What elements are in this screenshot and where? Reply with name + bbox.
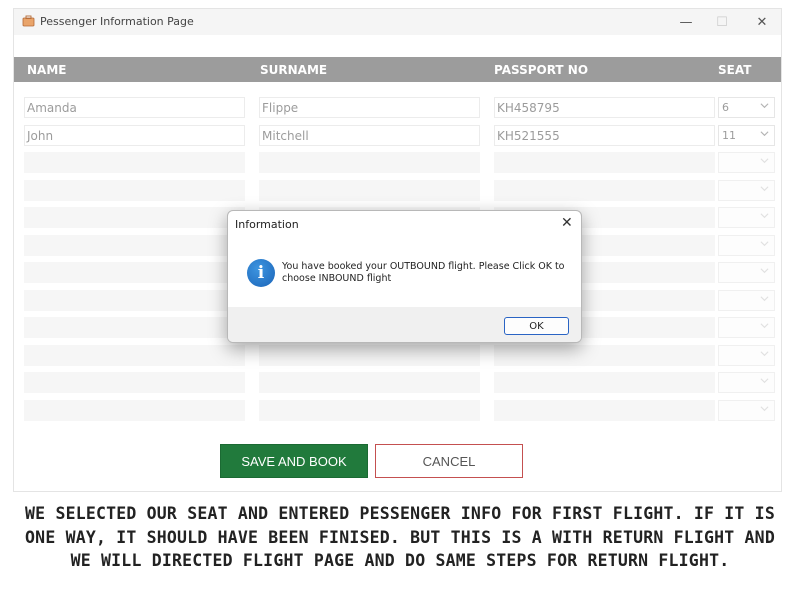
name-input[interactable]: Amanda — [24, 97, 245, 118]
surname-input[interactable] — [259, 372, 480, 393]
passport-input[interactable] — [494, 180, 715, 201]
passport-input[interactable]: KH521555 — [494, 125, 715, 146]
caption-text: WE SELECTED OUR SEAT AND ENTERED PESSENG… — [25, 504, 775, 570]
name-input[interactable] — [24, 317, 245, 338]
surname-input[interactable]: Mitchell — [259, 125, 480, 146]
seat-select[interactable]: 6 — [718, 97, 775, 118]
passport-input[interactable] — [494, 372, 715, 393]
chevron-down-icon — [760, 351, 769, 357]
column-header-name: NAME — [27, 63, 67, 77]
title-bar: Pessenger Information Page — ☐ ✕ — [14, 9, 781, 35]
name-input[interactable] — [24, 207, 245, 228]
chevron-down-icon — [760, 296, 769, 302]
maximize-button[interactable]: ☐ — [702, 9, 742, 35]
name-input[interactable] — [24, 400, 245, 421]
information-dialog: Information ✕ i You have booked your OUT… — [227, 210, 582, 343]
surname-input[interactable] — [259, 180, 480, 201]
minimize-button[interactable]: — — [666, 9, 706, 35]
dialog-title: Information — [235, 218, 299, 231]
cancel-button[interactable]: CANCEL — [375, 444, 523, 478]
passport-input[interactable] — [494, 400, 715, 421]
chevron-down-icon — [760, 213, 769, 219]
seat-select[interactable] — [718, 372, 775, 393]
chevron-down-icon — [760, 186, 769, 192]
name-input[interactable] — [24, 345, 245, 366]
dialog-close-button[interactable]: ✕ — [561, 215, 573, 231]
chevron-down-icon — [760, 241, 769, 247]
dialog-message: You have booked your OUTBOUND flight. Pl… — [282, 261, 565, 284]
chevron-down-icon — [760, 378, 769, 384]
column-header-seat: SEAT — [718, 63, 752, 77]
name-input[interactable] — [24, 290, 245, 311]
seat-select[interactable] — [718, 262, 775, 283]
name-input[interactable] — [24, 372, 245, 393]
name-input[interactable]: John — [24, 125, 245, 146]
chevron-down-icon — [760, 158, 769, 164]
seat-select[interactable] — [718, 235, 775, 256]
chevron-down-icon — [760, 406, 769, 412]
surname-input[interactable] — [259, 345, 480, 366]
passport-input[interactable]: KH458795 — [494, 97, 715, 118]
surname-input[interactable]: Flippe — [259, 97, 480, 118]
name-input[interactable] — [24, 235, 245, 256]
column-header-passport: PASSPORT NO — [494, 63, 589, 77]
ok-button[interactable]: OK — [504, 317, 569, 335]
save-and-book-button[interactable]: SAVE AND BOOK — [220, 444, 368, 478]
suitcase-icon — [22, 15, 35, 27]
name-input[interactable] — [24, 180, 245, 201]
seat-select[interactable] — [718, 317, 775, 338]
chevron-down-icon — [760, 131, 769, 137]
chevron-down-icon — [760, 103, 769, 109]
seat-select[interactable] — [718, 290, 775, 311]
seat-value: 11 — [722, 129, 736, 142]
column-header-surname: SURNAME — [260, 63, 328, 77]
table-header: NAME SURNAME PASSPORT NO SEAT — [14, 57, 781, 82]
surname-input[interactable] — [259, 152, 480, 173]
passport-input[interactable] — [494, 152, 715, 173]
seat-value: 6 — [722, 101, 729, 114]
close-button[interactable]: ✕ — [742, 9, 782, 35]
window-title: Pessenger Information Page — [40, 15, 194, 28]
seat-select[interactable] — [718, 152, 775, 173]
name-input[interactable] — [24, 152, 245, 173]
seat-select[interactable] — [718, 400, 775, 421]
seat-select[interactable] — [718, 345, 775, 366]
chevron-down-icon — [760, 268, 769, 274]
seat-select[interactable] — [718, 180, 775, 201]
seat-select[interactable] — [718, 207, 775, 228]
name-input[interactable] — [24, 262, 245, 283]
chevron-down-icon — [760, 323, 769, 329]
passport-input[interactable] — [494, 345, 715, 366]
surname-input[interactable] — [259, 400, 480, 421]
info-icon: i — [247, 259, 275, 287]
seat-select[interactable]: 11 — [718, 125, 775, 146]
